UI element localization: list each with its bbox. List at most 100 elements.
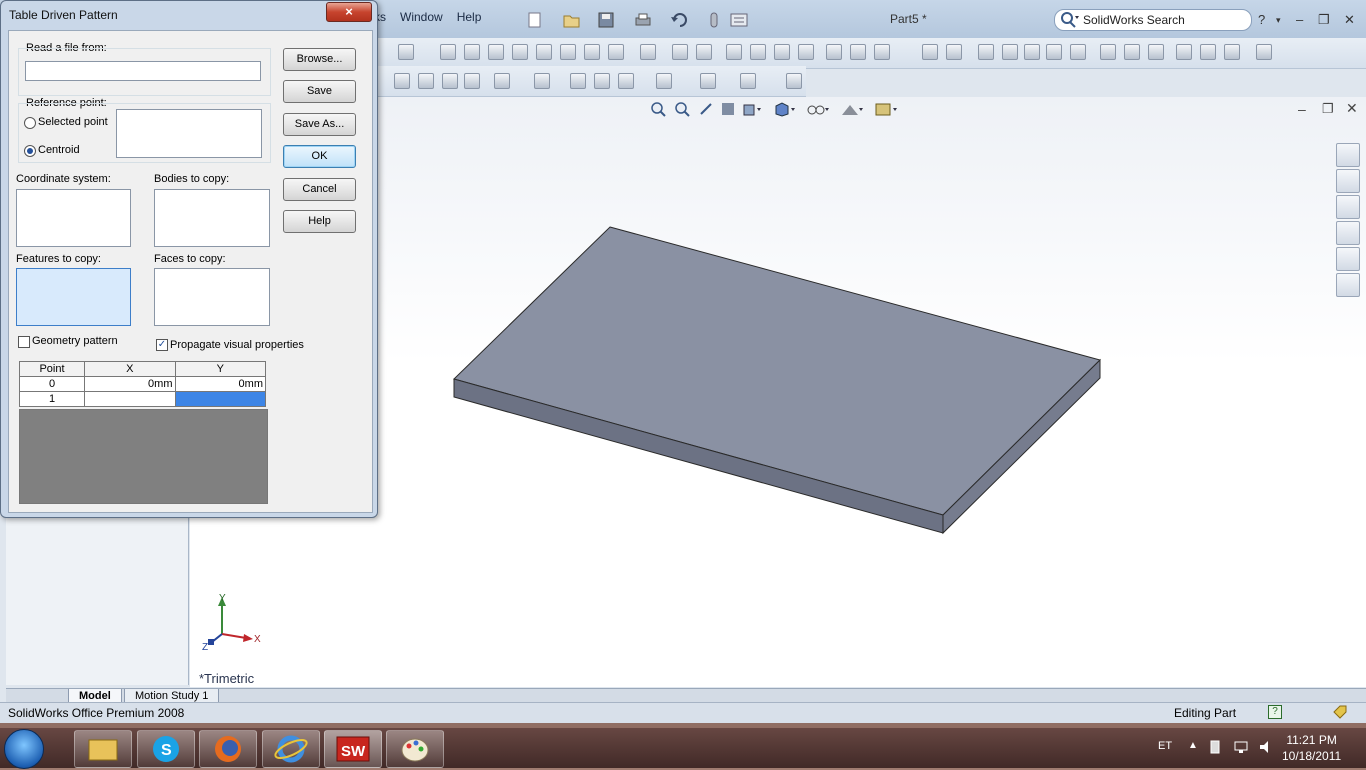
feature-manager-panel[interactable] (6, 505, 189, 685)
volume-icon[interactable] (1258, 739, 1274, 758)
toolbar-features-tool-31-icon[interactable] (1224, 44, 1240, 60)
menu-item-help[interactable]: Help (457, 10, 482, 30)
save-icon[interactable] (598, 12, 614, 31)
toolbar-sketch-tool-1-icon[interactable] (418, 73, 434, 89)
toolbar-sketch-tool-9-icon[interactable] (656, 73, 672, 89)
toolbar-features-tool-1-icon[interactable] (440, 44, 456, 60)
toolbar-features-tool-14-icon[interactable] (774, 44, 790, 60)
toolbar-features-tool-17-icon[interactable] (850, 44, 866, 60)
input-language[interactable]: ET (1158, 740, 1172, 752)
help-button[interactable]: Help (283, 210, 356, 233)
help-dropdown-icon[interactable]: ▾ (1276, 15, 1281, 26)
toolbar-features-tool-11-icon[interactable] (696, 44, 712, 60)
file-path-input[interactable] (25, 61, 261, 81)
appearances-icon[interactable] (1336, 273, 1360, 297)
toolbar-features-tool-22-icon[interactable] (1002, 44, 1018, 60)
toolbar-features-tool-13-icon[interactable] (750, 44, 766, 60)
toolbar-features-tool-32-icon[interactable] (1256, 44, 1272, 60)
taskbar-skype-icon[interactable]: S (137, 730, 195, 768)
toolbar-features-tool-7-icon[interactable] (584, 44, 600, 60)
toolbar-features-tool-30-icon[interactable] (1200, 44, 1216, 60)
search-results-icon[interactable] (1336, 221, 1360, 245)
toolbar-sketch-tool-10-icon[interactable] (700, 73, 716, 89)
toolbar-features-tool-23-icon[interactable] (1024, 44, 1040, 60)
toolbar-features-tool-10-icon[interactable] (672, 44, 688, 60)
status-help-icon[interactable]: ? (1268, 705, 1282, 719)
table-row[interactable]: 0 0mm 0mm (19, 376, 266, 392)
menu-item-window[interactable]: Window (400, 10, 443, 30)
toolbar-features-tool-25-icon[interactable] (1070, 44, 1086, 60)
faces-selection[interactable] (154, 268, 270, 326)
print-icon[interactable] (634, 12, 652, 31)
x-cell[interactable] (84, 391, 176, 407)
centroid-radio[interactable] (24, 145, 36, 157)
toolbar-sketch-tool-3-icon[interactable] (464, 73, 480, 89)
taskbar-paint-icon[interactable] (386, 730, 444, 768)
taskbar-solidworks-icon[interactable]: SW (324, 730, 382, 768)
toolbar-sketch-tool-4-icon[interactable] (494, 73, 510, 89)
toolbar-features-tool-12-icon[interactable] (726, 44, 742, 60)
toolbar-features-tool-16-icon[interactable] (826, 44, 842, 60)
reference-point-selection[interactable] (116, 109, 262, 158)
design-library-icon[interactable] (1336, 169, 1360, 193)
options-icon[interactable] (730, 12, 748, 31)
search-icon[interactable] (1059, 11, 1079, 32)
toolbar-sketch-tool-12-icon[interactable] (786, 73, 802, 89)
dialog-close-button[interactable]: × (326, 2, 372, 22)
close-window-icon[interactable]: ✕ (1344, 12, 1355, 28)
propagate-checkbox[interactable]: ✓ (156, 339, 168, 351)
new-document-icon[interactable] (528, 12, 542, 31)
cancel-button[interactable]: Cancel (283, 178, 356, 201)
file-explorer-icon[interactable] (1336, 195, 1360, 219)
toolbar-features-tool-5-icon[interactable] (536, 44, 552, 60)
toolbar-features-tool-9-icon[interactable] (640, 44, 656, 60)
view-palette-icon[interactable] (1336, 247, 1360, 271)
toolbar-features-tool-0-icon[interactable] (398, 44, 414, 60)
browse-button[interactable]: Browse... (283, 48, 356, 71)
toolbar-features-tool-20-icon[interactable] (946, 44, 962, 60)
minimize-icon[interactable]: – (1296, 12, 1303, 27)
save-button[interactable]: Save (283, 80, 356, 103)
save-as-button[interactable]: Save As... (283, 113, 356, 136)
select-icon[interactable] (708, 12, 720, 31)
ok-button[interactable]: OK (283, 145, 356, 168)
taskbar-internet-explorer-icon[interactable] (262, 730, 320, 768)
geometry-pattern-checkbox[interactable] (18, 336, 30, 348)
help-icon[interactable]: ? (1258, 12, 1265, 27)
selected-point-radio[interactable] (24, 117, 36, 129)
toolbar-features-tool-19-icon[interactable] (922, 44, 938, 60)
table-row[interactable]: 1 (19, 391, 266, 407)
usb-device-icon[interactable] (1208, 739, 1222, 758)
toolbar-sketch-tool-11-icon[interactable] (740, 73, 756, 89)
status-tag-icon[interactable] (1332, 705, 1348, 722)
network-icon[interactable] (1233, 739, 1249, 758)
x-cell[interactable]: 0mm (84, 376, 176, 392)
system-clock[interactable]: 11:21 PM 10/18/2011 (1282, 732, 1341, 764)
toolbar-sketch-tool-0-icon[interactable] (394, 73, 410, 89)
undo-icon[interactable] (670, 12, 688, 31)
show-hidden-icons-icon[interactable]: ▲ (1188, 740, 1198, 751)
toolbar-sketch-tool-2-icon[interactable] (442, 73, 458, 89)
toolbar-features-tool-4-icon[interactable] (512, 44, 528, 60)
toolbar-features-tool-2-icon[interactable] (464, 44, 480, 60)
toolbar-features-tool-15-icon[interactable] (798, 44, 814, 60)
bodies-selection[interactable] (154, 189, 270, 247)
toolbar-sketch-tool-8-icon[interactable] (618, 73, 634, 89)
toolbar-features-tool-24-icon[interactable] (1046, 44, 1062, 60)
toolbar-sketch-tool-6-icon[interactable] (570, 73, 586, 89)
start-button[interactable] (4, 729, 44, 769)
toolbar-features-tool-27-icon[interactable] (1124, 44, 1140, 60)
toolbar-features-tool-6-icon[interactable] (560, 44, 576, 60)
toolbar-sketch-tool-7-icon[interactable] (594, 73, 610, 89)
toolbar-features-tool-18-icon[interactable] (874, 44, 890, 60)
toolbar-features-tool-3-icon[interactable] (488, 44, 504, 60)
taskbar-firefox-icon[interactable] (199, 730, 257, 768)
y-cell[interactable]: 0mm (174, 376, 266, 392)
toolbar-features-tool-8-icon[interactable] (608, 44, 624, 60)
features-selection[interactable] (16, 268, 131, 326)
toolbar-features-tool-29-icon[interactable] (1176, 44, 1192, 60)
coordinate-system-selection[interactable] (16, 189, 131, 247)
taskbar-explorer-icon[interactable] (74, 730, 132, 768)
toolbar-sketch-tool-5-icon[interactable] (534, 73, 550, 89)
y-cell-selected[interactable] (174, 391, 266, 407)
